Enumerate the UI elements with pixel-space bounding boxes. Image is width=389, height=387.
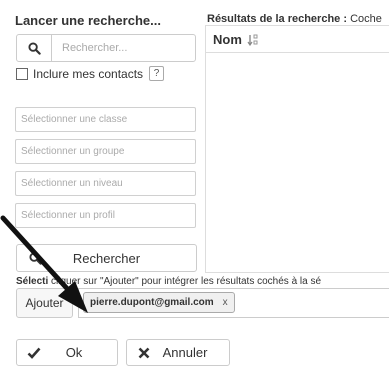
select-classe[interactable]: Sélectionner une classe [15,107,196,132]
results-section-title: Résultats de la recherche : Coche [207,13,382,25]
search-icon-button[interactable] [16,34,52,62]
x-icon [127,347,157,359]
selection-instructions-bold: Sélecti [16,276,49,287]
check-icon [17,347,47,359]
ok-button-label: Ok [65,345,83,360]
help-button[interactable]: ? [149,66,165,81]
select-niveau[interactable]: Sélectionner un niveau [15,171,196,196]
sort-alpha-icon [247,34,258,46]
include-contacts-checkbox[interactable] [16,67,28,80]
search-icon [17,251,53,265]
column-header-nom: Nom [213,32,242,47]
select-profil[interactable]: Sélectionner un profil [15,203,196,228]
cancel-button[interactable]: Annuler [126,339,230,366]
include-contacts-row: Inclure mes contacts ? [16,66,165,81]
cancel-button-label: Annuler [162,345,208,360]
search-input[interactable] [51,34,196,62]
select-groupe[interactable]: Sélectionner un groupe [15,139,196,164]
results-header-divider [205,52,389,53]
results-title-bold: Résultats de la recherche : [207,13,348,25]
ok-button[interactable]: Ok [16,339,118,366]
results-title-rest: Coche [347,13,382,25]
ajouter-button[interactable]: Ajouter [16,288,73,318]
selection-instructions: Sélecti cliquer sur "Ajouter" pour intég… [16,276,321,287]
selection-instructions-text: cliquer sur "Ajouter" pour intégrer les … [51,276,322,287]
rechercher-button[interactable]: Rechercher [16,244,197,272]
results-panel [205,25,389,273]
rechercher-button-label: Rechercher [72,250,141,266]
selected-tag-label: pierre.dupont@gmail.com [90,297,214,308]
remove-tag-icon[interactable]: x [223,297,228,308]
search-section-title: Lancer une recherche... [15,13,161,28]
results-column-header[interactable]: Nom [213,32,259,47]
include-contacts-label: Inclure mes contacts [33,66,144,81]
search-icon [27,41,41,55]
selected-tag: pierre.dupont@gmail.com x [83,292,235,313]
